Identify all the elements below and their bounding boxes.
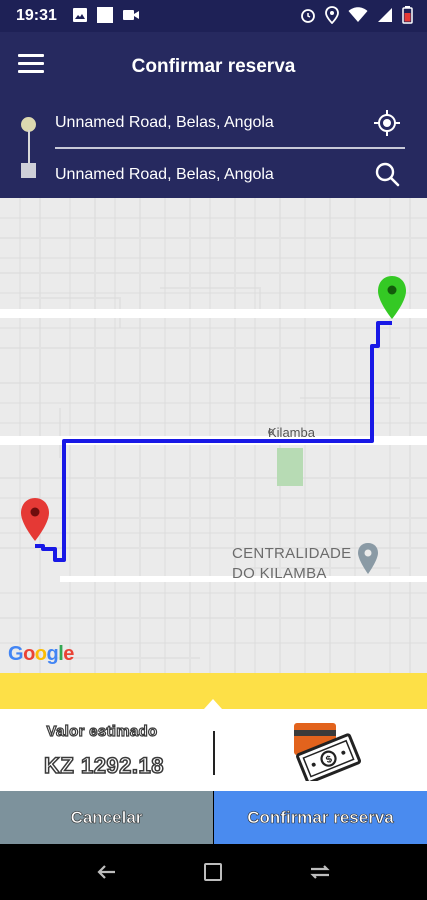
video-icon [123,10,139,20]
main-road-north [0,309,427,318]
home-icon[interactable] [204,863,222,881]
google-logo[interactable]: Google [8,643,74,666]
cancel-button-label: Cancelar [70,808,143,828]
confirm-button-label: Confirmar reserva [247,808,394,828]
system-nav-bar [0,844,427,900]
wifi-icon [348,7,368,22]
page-title: Confirmar reserva [131,56,296,77]
square-icon [97,7,113,23]
system-icons [300,6,413,24]
map-place-label: Kilamba [268,425,315,440]
booking-header: Confirmar reserva Unnamed Road, Belas, A… [0,32,427,198]
search-icon[interactable] [373,160,401,188]
map-canvas [0,198,427,673]
status-bar: 19:31 [0,0,427,32]
estimated-value: KZ 1292.18 [43,752,164,779]
destination-address[interactable]: Unnamed Road, Belas, Angola [55,166,274,184]
fare-panel: Valor estimado KZ 1292.18 $ [0,709,427,791]
confirm-booking-button[interactable]: Confirmar reserva [214,791,427,844]
cash-payment-icon[interactable]: $ [290,719,362,781]
route-map[interactable]: Kilamba CENTRALIDADE DO KILAMBA Google [0,198,427,673]
battery-icon [402,6,413,24]
estimated-value-label: Valor estimado [46,722,158,740]
my-location-icon[interactable] [373,109,401,137]
origin-address[interactable]: Unnamed Road, Belas, Angola [55,114,274,132]
destination-square-icon [21,163,36,178]
poi-pin-icon [358,543,378,574]
alarm-icon [301,9,315,23]
route-line [35,321,392,562]
poi-label-line2: DO KILAMBA [232,565,327,582]
origin-marker-icon[interactable] [21,498,49,541]
status-time: 19:31 [16,7,57,24]
notification-icons [72,6,140,24]
panel-divider [213,731,215,775]
back-icon[interactable] [95,860,119,884]
map-poi-label: CENTRALIDADE DO KILAMBA [232,544,351,584]
location-icon [325,6,339,24]
cancel-button[interactable]: Cancelar [0,791,213,844]
panel-notch [204,699,222,709]
poi-label-line1: CENTRALIDADE [232,545,352,562]
park-area [277,448,303,486]
image-icon [73,8,87,22]
recent-apps-icon[interactable] [308,860,332,884]
address-divider [55,147,405,149]
signal-icon [378,8,392,22]
